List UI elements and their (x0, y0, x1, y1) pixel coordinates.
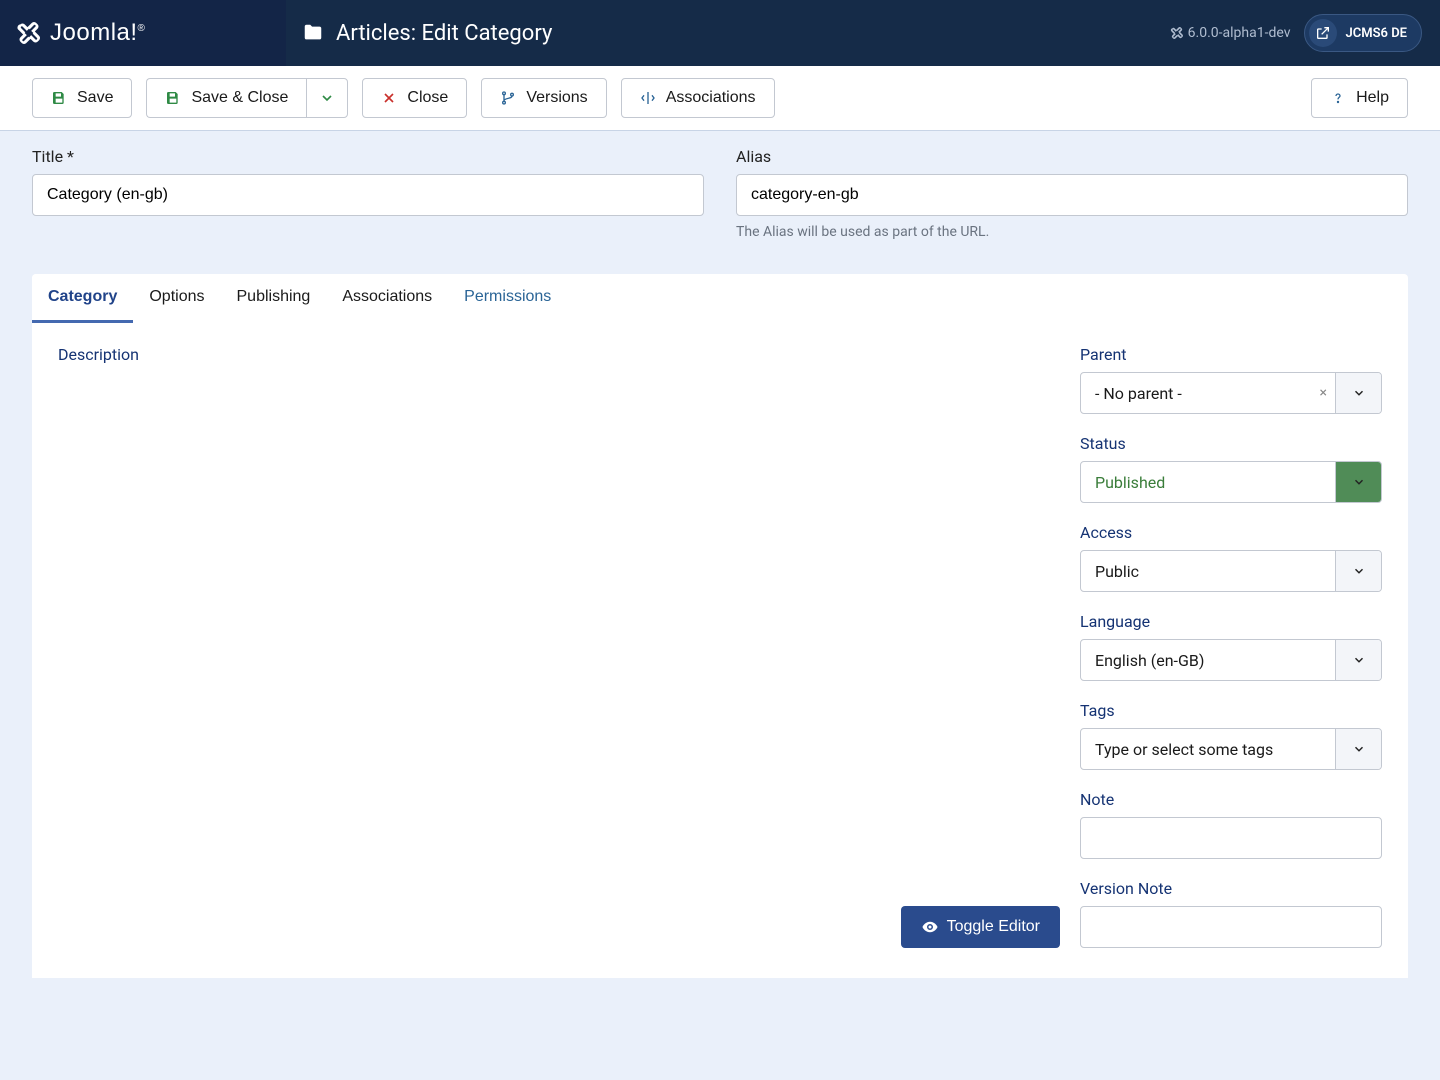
save-close-group: Save & Close (146, 78, 348, 118)
header-right: 6.0.0-alpha1-dev JCMS6 DE (1170, 14, 1440, 52)
tags-select[interactable]: Type or select some tags (1080, 728, 1382, 770)
alias-input[interactable] (736, 174, 1408, 216)
associations-button[interactable]: Associations (621, 78, 775, 118)
tab-publishing[interactable]: Publishing (221, 274, 327, 323)
chevron-down-icon (1335, 462, 1381, 502)
parent-select[interactable]: - No parent - × (1080, 372, 1382, 414)
page-title: Articles: Edit Category (336, 21, 552, 46)
alias-help: The Alias will be used as part of the UR… (736, 224, 1408, 240)
save-icon (51, 90, 67, 106)
note-input[interactable] (1080, 817, 1382, 859)
branch-icon (500, 90, 516, 106)
form-header: Title * Alias The Alias will be used as … (0, 131, 1440, 244)
chevron-down-icon (1335, 551, 1381, 591)
external-icon (1309, 19, 1337, 47)
joomla-mini-icon (1170, 26, 1184, 40)
tab-associations[interactable]: Associations (326, 274, 448, 323)
toolbar: Save Save & Close Close Versions Associa… (0, 66, 1440, 131)
eye-icon (921, 918, 939, 936)
status-field: Status Published (1080, 434, 1382, 503)
alias-label: Alias (736, 147, 1408, 166)
title-label: Title * (32, 147, 704, 166)
note-label: Note (1080, 790, 1382, 809)
version-note-label: Version Note (1080, 879, 1382, 898)
version-text[interactable]: 6.0.0-alpha1-dev (1170, 25, 1291, 41)
title-input[interactable] (32, 174, 704, 216)
access-label: Access (1080, 523, 1382, 542)
version-note-input[interactable] (1080, 906, 1382, 948)
note-field: Note (1080, 790, 1382, 859)
tags-label: Tags (1080, 701, 1382, 720)
top-header: Joomla!® Articles: Edit Category 6.0.0-a… (0, 0, 1440, 66)
tags-field: Tags Type or select some tags (1080, 701, 1382, 770)
access-select[interactable]: Public (1080, 550, 1382, 592)
site-name: JCMS6 DE (1345, 26, 1407, 41)
side-fields: Parent - No parent - × Status Published … (1080, 345, 1382, 948)
chevron-down-icon (1335, 729, 1381, 769)
panel-body: Description Toggle Editor Parent - No pa… (32, 323, 1408, 978)
chevron-down-icon (319, 90, 335, 106)
clear-icon[interactable]: × (1312, 373, 1335, 413)
help-button[interactable]: Help (1311, 78, 1408, 118)
status-select[interactable]: Published (1080, 461, 1382, 503)
brand-area[interactable]: Joomla!® (0, 0, 286, 66)
help-icon (1330, 90, 1346, 106)
save-icon (165, 90, 181, 106)
parent-field: Parent - No parent - × (1080, 345, 1382, 414)
status-label: Status (1080, 434, 1382, 453)
chevron-down-icon (1335, 373, 1381, 413)
folder-icon (302, 22, 324, 44)
versions-button[interactable]: Versions (481, 78, 606, 118)
language-label: Language (1080, 612, 1382, 631)
toggle-editor-button[interactable]: Toggle Editor (901, 906, 1060, 948)
tab-options[interactable]: Options (133, 274, 220, 323)
chevron-down-icon (1335, 640, 1381, 680)
site-link-pill[interactable]: JCMS6 DE (1304, 14, 1422, 52)
save-button[interactable]: Save (32, 78, 132, 118)
brand-text: Joomla!® (50, 19, 145, 47)
title-field-wrap: Title * (32, 147, 704, 240)
tab-permissions[interactable]: Permissions (448, 274, 567, 323)
joomla-icon (16, 20, 42, 46)
tab-category[interactable]: Category (32, 274, 133, 323)
close-icon (381, 90, 397, 106)
description-label: Description (58, 345, 1060, 364)
page-title-area: Articles: Edit Category (286, 21, 1170, 46)
language-field: Language English (en-GB) (1080, 612, 1382, 681)
save-dropdown-button[interactable] (306, 78, 348, 118)
alias-field-wrap: Alias The Alias will be used as part of … (736, 147, 1408, 240)
editor-column: Description Toggle Editor (58, 345, 1060, 948)
close-button[interactable]: Close (362, 78, 467, 118)
version-note-field: Version Note (1080, 879, 1382, 948)
tabs: Category Options Publishing Associations… (32, 274, 1408, 323)
parent-label: Parent (1080, 345, 1382, 364)
associations-icon (640, 90, 656, 106)
main-panel: Category Options Publishing Associations… (32, 274, 1408, 978)
save-close-button[interactable]: Save & Close (146, 78, 306, 118)
language-select[interactable]: English (en-GB) (1080, 639, 1382, 681)
access-field: Access Public (1080, 523, 1382, 592)
